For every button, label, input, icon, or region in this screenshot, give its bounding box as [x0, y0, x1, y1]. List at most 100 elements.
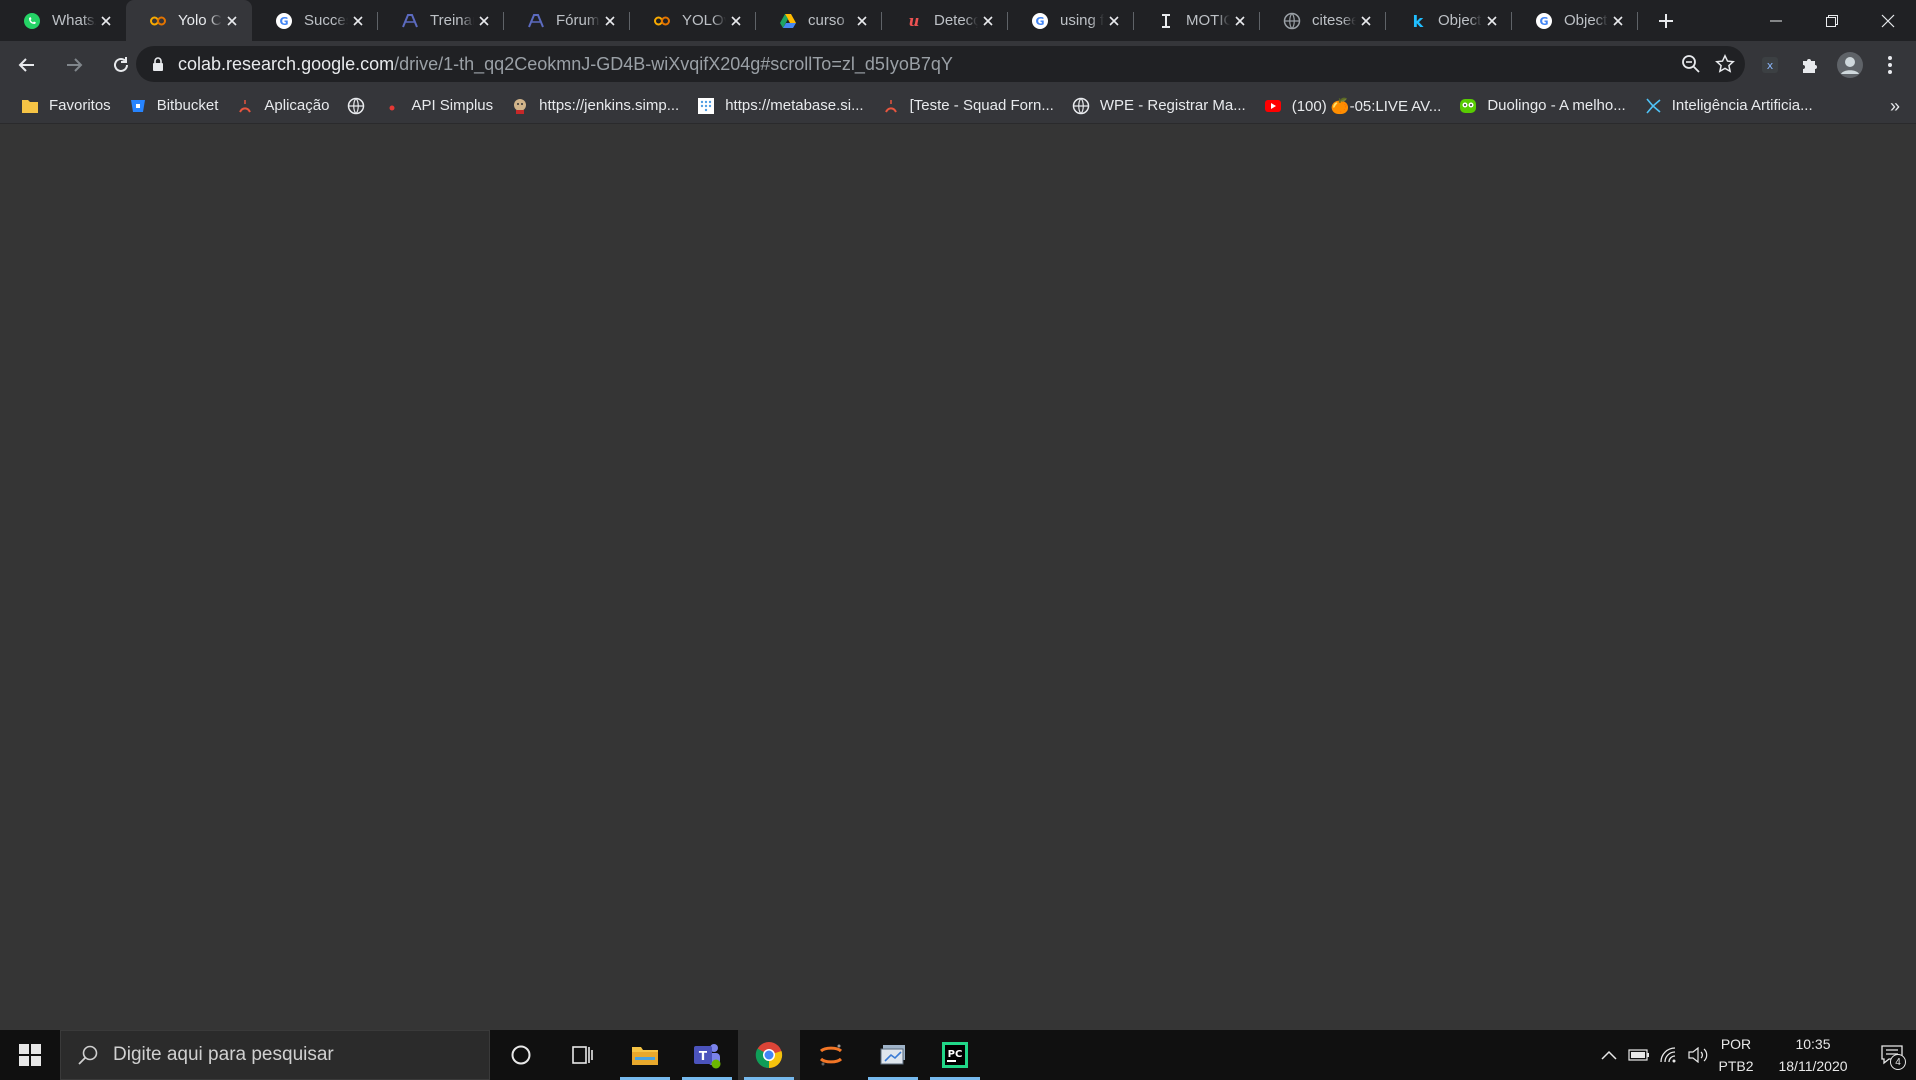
minimize-button[interactable]: [1748, 0, 1804, 41]
extensions-puzzle-icon[interactable]: [1790, 45, 1830, 85]
tab-title: using f: [1060, 12, 1104, 29]
browser-tab[interactable]: Fórum: [504, 0, 630, 41]
wifi-icon[interactable]: [1654, 1030, 1684, 1080]
close-tab-icon[interactable]: [348, 11, 368, 31]
bookmark-label: [Teste - Squad Forn...: [909, 97, 1054, 114]
lock-icon[interactable]: [150, 56, 166, 72]
system-tray: POR PTB2 10:35 18/11/2020 4: [1594, 1030, 1916, 1080]
url-path: /drive/1-th_qq2CeokmnJ-GD4B-wiXvqifX204g…: [394, 53, 953, 74]
action-center-button[interactable]: 4: [1868, 1030, 1916, 1080]
close-tab-icon[interactable]: [222, 11, 242, 31]
chrome-button[interactable]: [738, 1030, 800, 1080]
profile-avatar-icon[interactable]: [1830, 45, 1870, 85]
restore-button[interactable]: [1804, 0, 1860, 41]
reload-icon: [114, 56, 128, 72]
bookmark-item[interactable]: API Simplus: [374, 92, 502, 120]
bookmark-item[interactable]: Inteligência Artificia...: [1635, 92, 1822, 120]
close-window-button[interactable]: [1860, 0, 1916, 41]
tab-title: curso: [808, 12, 845, 29]
google-icon: G: [274, 11, 294, 31]
browser-tab[interactable]: u Detecção: [882, 0, 1008, 41]
close-tab-icon[interactable]: [726, 11, 746, 31]
forward-button[interactable]: [54, 45, 94, 85]
bookmark-item[interactable]: [338, 92, 374, 120]
bookmark-item[interactable]: WPE - Registrar Ma...: [1063, 92, 1255, 120]
bookmark-star-icon[interactable]: [1715, 54, 1735, 74]
bookmarks-bar: Favoritos Bitbucket Aplicação API Simplus ht…: [0, 88, 1916, 124]
expert-icon: [400, 11, 420, 31]
back-button[interactable]: [7, 45, 47, 85]
address-bar[interactable]: colab.research.google.com/drive/1-th_qq2…: [136, 46, 1745, 82]
browser-menu-icon[interactable]: [1870, 45, 1910, 85]
arc-icon: [882, 97, 900, 115]
browser-tab[interactable]: WhatsApp: [0, 0, 126, 41]
remote-desktop-button[interactable]: [862, 1030, 924, 1080]
motion-icon: [1156, 11, 1176, 31]
more-bookmarks-icon[interactable]: »: [1890, 88, 1900, 124]
reload-button[interactable]: [101, 45, 141, 85]
bookmark-item[interactable]: (100) 🍊-05:LIVE AV...: [1255, 92, 1451, 120]
close-tab-icon[interactable]: [852, 11, 872, 31]
globe-icon: [347, 97, 365, 115]
bookmark-label: API Simplus: [411, 97, 494, 114]
browser-tab[interactable]: Yolo Custom: [126, 0, 252, 41]
jupyter-button[interactable]: [800, 1030, 862, 1080]
volume-icon[interactable]: [1684, 1030, 1714, 1080]
tab-title: Object: [1438, 12, 1482, 29]
window-controls: [1748, 0, 1916, 41]
close-tab-icon[interactable]: [96, 11, 116, 31]
bookmark-item[interactable]: Duolingo - A melho...: [1450, 92, 1634, 120]
close-tab-icon[interactable]: [600, 11, 620, 31]
notification-count: 4: [1890, 1054, 1906, 1070]
bookmark-item[interactable]: Aplicação: [227, 92, 338, 120]
extension-x-icon[interactable]: x: [1750, 45, 1790, 85]
browser-tab[interactable]: curso: [756, 0, 882, 41]
close-tab-icon[interactable]: [1608, 11, 1628, 31]
browser-tab[interactable]: G Object: [1512, 0, 1638, 41]
ai-icon: [1644, 97, 1662, 115]
clock[interactable]: 10:35 18/11/2020: [1758, 1033, 1868, 1077]
close-tab-icon[interactable]: [1104, 11, 1124, 31]
close-tab-icon[interactable]: [1356, 11, 1376, 31]
url-text[interactable]: colab.research.google.com/drive/1-th_qq2…: [178, 54, 953, 75]
bookmark-item[interactable]: [Teste - Squad Forn...: [873, 92, 1063, 120]
pycharm-button[interactable]: PC: [924, 1030, 986, 1080]
browser-tab[interactable]: MOTIO: [1134, 0, 1260, 41]
start-button[interactable]: [0, 1030, 60, 1080]
task-view-button[interactable]: [552, 1030, 614, 1080]
metabase-icon: [697, 97, 715, 115]
zoom-icon[interactable]: [1681, 54, 1701, 74]
new-tab-button[interactable]: [1644, 0, 1688, 41]
battery-icon[interactable]: [1624, 1030, 1654, 1080]
globe-icon: [1282, 11, 1302, 31]
bookmark-item[interactable]: Favoritos: [12, 92, 120, 120]
taskbar-search[interactable]: Digite aqui para pesquisar: [60, 1030, 490, 1080]
cortana-button[interactable]: [490, 1030, 552, 1080]
browser-tab[interactable]: citeseer: [1260, 0, 1386, 41]
minimize-icon: [1770, 20, 1782, 21]
input-language[interactable]: POR PTB2: [1714, 1033, 1758, 1077]
close-tab-icon[interactable]: [1482, 11, 1502, 31]
tab-title: Fórum: [556, 12, 600, 29]
browser-tab[interactable]: G Success: [252, 0, 378, 41]
jenkins-icon: [511, 97, 529, 115]
youtube-icon: [1264, 97, 1282, 115]
browser-tab[interactable]: k Object: [1386, 0, 1512, 41]
pycharm-icon: PC: [942, 1042, 968, 1068]
close-tab-icon[interactable]: [474, 11, 494, 31]
browser-tab[interactable]: YOLOv4: [630, 0, 756, 41]
browser-tab[interactable]: Gusing f: [1008, 0, 1134, 41]
bookmark-item[interactable]: Bitbucket: [120, 92, 228, 120]
close-tab-icon[interactable]: [1230, 11, 1250, 31]
bookmark-item[interactable]: https://jenkins.simp...: [502, 92, 688, 120]
tab-title: YOLOv4: [682, 12, 726, 29]
close-tab-icon[interactable]: [978, 11, 998, 31]
browser-tab[interactable]: Treinamento: [378, 0, 504, 41]
jupyter-icon: [819, 1044, 843, 1066]
file-explorer-button[interactable]: [614, 1030, 676, 1080]
teams-button[interactable]: T: [676, 1030, 738, 1080]
bookmark-label: Duolingo - A melho...: [1487, 97, 1626, 114]
chevron-up-icon[interactable]: [1594, 1030, 1624, 1080]
bookmark-item[interactable]: https://metabase.si...: [688, 92, 872, 120]
globe-icon: [1072, 97, 1090, 115]
